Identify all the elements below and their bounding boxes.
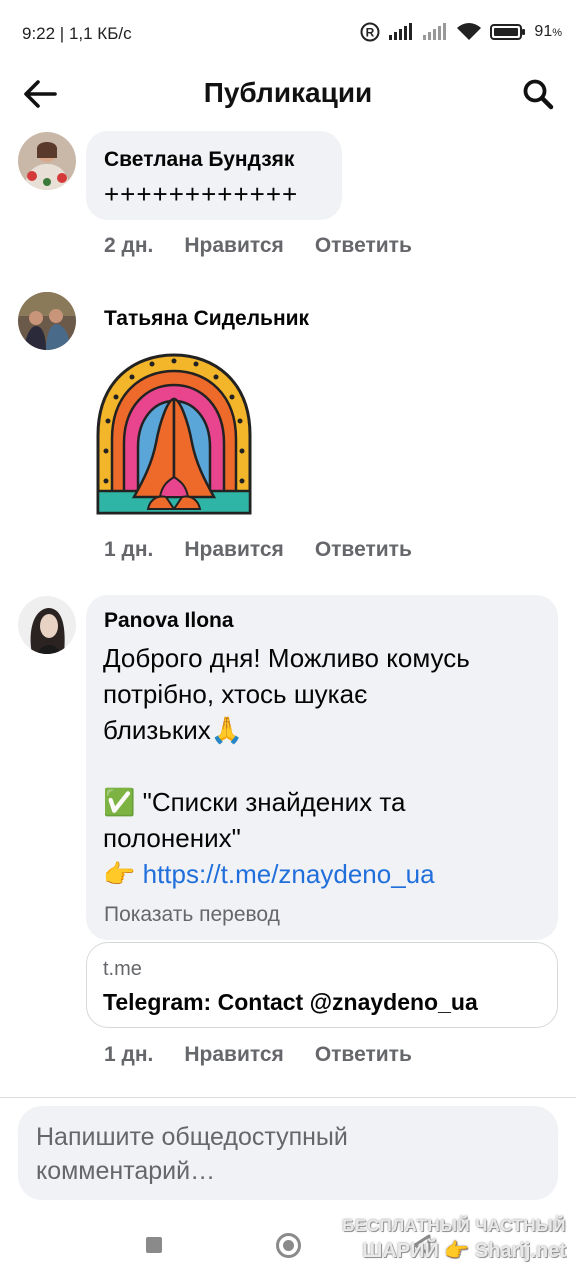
page-title: Публикации <box>203 77 373 108</box>
reply-button[interactable]: Ответить <box>315 538 412 562</box>
praying-hands-sticker[interactable] <box>94 351 254 517</box>
svg-text:R: R <box>366 26 375 40</box>
comment-meta: 1 дн. Нравится Ответить <box>104 538 412 562</box>
comment-link[interactable]: https://t.me/znaydeno_ua <box>143 859 435 889</box>
status-icons: R 91% <box>360 22 562 42</box>
link-title: Telegram: Contact @znaydeno_ua <box>103 989 478 1015</box>
recents-button[interactable] <box>146 1237 162 1253</box>
status-bar: 9:22 | 1,1 КБ/с R 91% <box>0 0 576 68</box>
comment-text: ++++++++++++ <box>104 179 299 209</box>
watermark: БЕСПЛАТНЫЙ ЧАСТНЫЙ ШАРИЙ 👉 Sharij.net <box>342 1216 566 1262</box>
battery-icon <box>490 24 526 40</box>
comment-author[interactable]: Татьяна Сидельник <box>104 307 309 331</box>
avatar[interactable] <box>18 596 76 654</box>
comment-time[interactable]: 1 дн. <box>104 538 153 562</box>
home-button[interactable] <box>276 1233 301 1258</box>
avatar[interactable] <box>18 292 76 350</box>
comment-time[interactable]: 1 дн. <box>104 1043 153 1067</box>
registered-icon: R <box>360 22 380 42</box>
comment-text: Доброго дня! Можливо комусь потрібно, хт… <box>103 643 470 889</box>
comment-author[interactable]: Светлана Бундзяк <box>104 148 294 172</box>
comment-input[interactable]: Напишите общедоступный комментарий… <box>18 1106 558 1200</box>
comment-meta: 2 дн. Нравится Ответить <box>104 234 412 258</box>
system-nav-bar: БЕСПЛАТНЫЙ ЧАСТНЫЙ ШАРИЙ 👉 Sharij.net <box>0 1210 576 1280</box>
comment-bubble: Светлана Бундзяк ++++++++++++ <box>86 131 342 220</box>
reply-button[interactable]: Ответить <box>315 234 412 258</box>
reply-button[interactable]: Ответить <box>315 1043 412 1067</box>
comment-meta: 1 дн. Нравится Ответить <box>104 1043 412 1067</box>
comment-bubble: Panova Ilona Доброго дня! Можливо комусь… <box>86 595 558 940</box>
status-time: 9:22 | 1,1 КБ/с <box>22 24 132 43</box>
wifi-icon <box>457 23 482 40</box>
like-button[interactable]: Нравится <box>184 1043 283 1067</box>
link-preview-card[interactable]: t.me Telegram: Contact @znaydeno_ua <box>86 942 558 1028</box>
signal-icon <box>389 23 413 40</box>
comment-input-placeholder: Напишите общедоступный комментарий… <box>36 1123 348 1185</box>
like-button[interactable]: Нравится <box>184 234 283 258</box>
avatar[interactable] <box>18 132 76 190</box>
comment-time[interactable]: 2 дн. <box>104 234 153 258</box>
show-translation-link[interactable]: Показать перевод <box>104 903 280 927</box>
signal-2-icon <box>423 23 447 40</box>
like-button[interactable]: Нравится <box>184 538 283 562</box>
search-icon <box>523 79 554 110</box>
top-app-bar: Публикации <box>0 68 576 120</box>
comment-author[interactable]: Panova Ilona <box>104 609 234 633</box>
divider <box>0 1097 576 1098</box>
search-button[interactable] <box>518 74 558 114</box>
battery-percent: 91% <box>534 23 562 40</box>
link-domain: t.me <box>103 958 142 980</box>
